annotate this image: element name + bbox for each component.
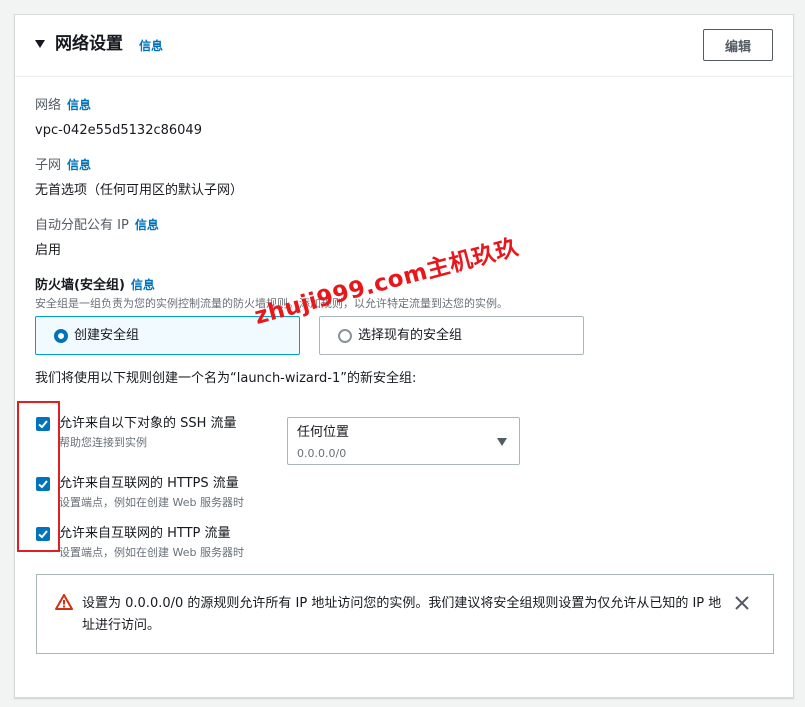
subnet-label: 子网 信息 — [35, 156, 91, 175]
checkbox-highlight-box — [17, 401, 60, 552]
existing-sg-label: 选择现有的安全组 — [358, 328, 463, 343]
warning-alert: 设置为 0.0.0.0/0 的源规则允许所有 IP 地址访问您的实例。我们建议将… — [36, 574, 774, 654]
subnet-info-link[interactable]: 信息 — [67, 158, 91, 172]
public-ip-label: 自动分配公有 IP 信息 — [35, 216, 159, 235]
firewall-label: 防火墙(安全组) 信息 — [35, 276, 155, 295]
network-settings-panel: 网络设置 信息 编辑 网络 信息 vpc-042e55d5132c86049 子网… — [14, 14, 794, 698]
panel-header: 网络设置 信息 编辑 — [15, 15, 793, 77]
ssh-rule-description: 帮助您连接到实例 — [59, 436, 147, 449]
edit-button[interactable]: 编辑 — [703, 29, 773, 61]
firewall-info-link[interactable]: 信息 — [131, 278, 155, 292]
network-info-link[interactable]: 信息 — [67, 98, 91, 112]
public-ip-label-text: 自动分配公有 IP — [35, 218, 129, 233]
security-group-intro: 我们将使用以下规则创建一个名为“launch-wizard-1”的新安全组: — [35, 371, 417, 386]
network-label: 网络 信息 — [35, 96, 91, 115]
firewall-label-text: 防火墙(安全组) — [35, 278, 125, 293]
warning-message: 设置为 0.0.0.0/0 的源规则允许所有 IP 地址访问您的实例。我们建议将… — [82, 596, 722, 633]
network-value: vpc-042e55d5132c86049 — [35, 123, 202, 138]
http-rule-title: 允许来自互联网的 HTTP 流量 — [59, 526, 231, 541]
create-sg-label: 创建安全组 — [74, 328, 140, 343]
existing-sg-radio[interactable] — [338, 329, 352, 343]
warning-icon — [55, 594, 73, 614]
ssh-source-cidr: 0.0.0.0/0 — [297, 447, 347, 460]
dropdown-arrow-icon — [497, 438, 507, 446]
ssh-source-value: 任何位置 — [297, 425, 350, 440]
network-label-text: 网络 — [35, 98, 62, 113]
close-icon[interactable] — [735, 595, 749, 614]
subnet-value: 无首选项（任何可用区的默认子网） — [35, 183, 244, 198]
ssh-rule-title: 允许来自以下对象的 SSH 流量 — [59, 416, 237, 431]
https-rule-title: 允许来自互联网的 HTTPS 流量 — [59, 476, 239, 491]
panel-title: 网络设置 — [55, 34, 123, 54]
header-info-link[interactable]: 信息 — [139, 37, 163, 54]
https-rule-description: 设置端点，例如在创建 Web 服务器时 — [59, 496, 244, 509]
http-rule-description: 设置端点，例如在创建 Web 服务器时 — [59, 546, 244, 559]
select-existing-security-group-option[interactable]: 选择现有的安全组 — [319, 316, 584, 355]
public-ip-value: 启用 — [35, 243, 62, 258]
subnet-label-text: 子网 — [35, 158, 62, 173]
collapse-caret-icon[interactable] — [35, 40, 45, 48]
public-ip-info-link[interactable]: 信息 — [135, 218, 159, 232]
create-sg-radio[interactable] — [54, 329, 68, 343]
ssh-source-select[interactable]: 任何位置 0.0.0.0/0 — [287, 417, 520, 465]
